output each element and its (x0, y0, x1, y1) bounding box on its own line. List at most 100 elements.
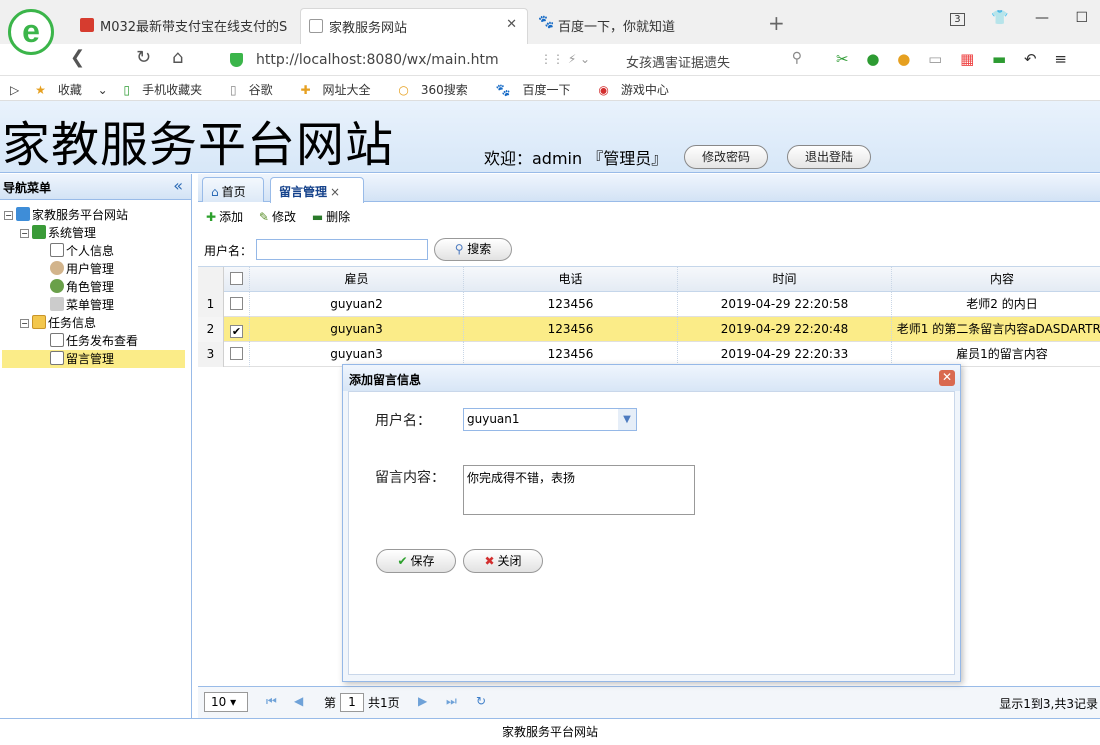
menu-icon[interactable]: ≡ (1054, 50, 1067, 68)
bookmark-mobile[interactable]: ▯ 手机收藏夹 (124, 81, 215, 98)
back-arrow-icon[interactable]: ❮ (70, 47, 85, 68)
username-search-input[interactable] (256, 239, 428, 260)
sidebar-item-roles[interactable]: 角色管理 (50, 278, 114, 296)
bookmark-games[interactable]: ◉ 游戏中心 (598, 81, 681, 98)
bookmark-directory[interactable]: ✚ 网址大全 (300, 81, 382, 98)
url-tools-icon[interactable]: ⋮⋮ ⚡ ⌄ (540, 52, 590, 66)
bookmark-google[interactable]: ▯ 谷歌 (230, 81, 285, 98)
home-icon[interactable]: ⌂ (172, 47, 183, 68)
search-text: 女孩遇害证据遗失 (626, 56, 731, 71)
collapse-icon[interactable]: « (173, 176, 183, 195)
apps-grid-icon[interactable]: ▦ (960, 50, 974, 68)
cell-phone: 123456 (464, 317, 678, 342)
tab-message-management[interactable]: 留言管理 × (270, 177, 364, 203)
sidebar-item-task-view[interactable]: 任务发布查看 (50, 332, 138, 350)
table-header: 雇员 电话 时间 内容 (198, 267, 1100, 292)
close-tab-icon[interactable]: ✕ (506, 17, 517, 32)
close-button[interactable]: ✖ 关闭 (463, 549, 543, 573)
tree-group-tasks[interactable]: − 任务信息 (20, 314, 96, 332)
column-header-phone[interactable]: 电话 (464, 267, 678, 292)
browser-tab-1[interactable]: M032最新带支付宝在线支付的S (72, 8, 300, 44)
table-row[interactable]: 1 guyuan2 123456 2019-04-29 22:20:58 老师2… (198, 292, 1100, 317)
search-label: 用户名： (204, 244, 253, 258)
bookmark-favorites[interactable]: ★ 收藏 ⌄ (35, 81, 108, 98)
scissors-icon[interactable]: ✂ (836, 50, 849, 68)
welcome-text: 欢迎：admin 『管理员』 (484, 149, 668, 168)
logout-button[interactable]: 退出登陆 (787, 145, 871, 169)
refresh-icon[interactable]: ↻ (476, 694, 486, 708)
tree-collapse-icon[interactable]: − (4, 211, 13, 220)
refresh-icon[interactable]: ↻ (136, 47, 151, 68)
tree-group-system[interactable]: − 系统管理 (20, 224, 96, 242)
row-checkbox[interactable] (224, 292, 250, 317)
row-checkbox[interactable] (224, 342, 250, 367)
tree-collapse-icon[interactable]: − (20, 229, 29, 238)
tab-home[interactable]: ⌂ 首页 (202, 177, 264, 202)
nav-panel: 导航菜单 « − 家教服务平台网站 − 系统管理 个人信息 用户管理 角色管理 菜单… (0, 174, 192, 718)
row-checkbox[interactable]: ✔ (224, 317, 250, 342)
document-icon (50, 333, 64, 347)
extension-icons: ✂ ● ● ▭ ▦ ▬ ↶ ≡ (836, 50, 1080, 68)
column-header-time[interactable]: 时间 (678, 267, 892, 292)
browser-search-input[interactable]: 女孩遇害证据遗失 ⚲ (618, 47, 808, 73)
total-pages: 共1页 (368, 696, 400, 710)
home-icon: ⌂ (211, 185, 219, 199)
sidebar-item-menus[interactable]: 菜单管理 (50, 296, 114, 314)
coin-icon[interactable]: ● (897, 50, 910, 68)
message-content-textarea[interactable]: 你完成得不错，表扬 (463, 465, 695, 515)
undo-icon[interactable]: ↶ (1024, 50, 1037, 68)
page-number-input[interactable]: 1 (340, 693, 364, 712)
tree-group-label: 任务信息 (48, 316, 97, 330)
select-all-checkbox[interactable] (224, 267, 250, 292)
column-header-employee[interactable]: 雇员 (250, 267, 464, 292)
table-row[interactable]: 2 ✔ guyuan3 123456 2019-04-29 22:20:48 老… (198, 317, 1100, 342)
minimize-icon[interactable]: — (1035, 10, 1049, 26)
save-button[interactable]: ✔ 保存 (376, 549, 456, 573)
battery-icon[interactable]: ▬ (992, 50, 1006, 68)
last-page-icon[interactable]: ⏭ (446, 694, 457, 709)
maximize-icon[interactable]: ☐ (1075, 10, 1088, 26)
address-bar-row: ❮ ↻ ⌂ http://localhost:8080/wx/main.htm … (0, 44, 1100, 76)
sidebar-item-messages[interactable]: 留言管理 (2, 350, 185, 368)
sidebar-toggle-icon[interactable]: ▷ (10, 83, 19, 97)
tab-label: 留言管理 (279, 185, 328, 199)
tree-collapse-icon[interactable]: − (20, 319, 29, 328)
dialog-close-icon[interactable]: ✕ (939, 370, 955, 386)
tree-root[interactable]: − 家教服务平台网站 (4, 206, 128, 224)
sidebar-item-profile[interactable]: 个人信息 (50, 242, 114, 260)
user-icon (50, 261, 64, 275)
browser-tab-3[interactable]: 🐾 百度一下，你就知道 (530, 8, 758, 44)
game-icon[interactable]: ▭ (928, 50, 942, 68)
user-select[interactable]: guyuan1 ▼ (463, 408, 637, 431)
edit-button[interactable]: ✎ 修改 (259, 208, 296, 225)
search-icon: ⚲ (454, 242, 468, 256)
tab-label: 首页 (221, 185, 246, 199)
role-icon (50, 279, 64, 293)
search-button[interactable]: ⚲ 搜索 (434, 238, 512, 261)
search-icon[interactable]: ⚲ (792, 50, 802, 66)
add-button[interactable]: ✚ 添加 (206, 208, 243, 225)
browser-tab-title: 家教服务网站 (329, 21, 408, 36)
sidebar-item-users[interactable]: 用户管理 (50, 260, 114, 278)
prev-page-icon[interactable]: ◀ (294, 694, 303, 708)
bookmark-360[interactable]: ○ 360搜索 (398, 81, 479, 98)
first-page-icon[interactable]: ⏮ (266, 694, 277, 709)
home-icon (16, 207, 30, 221)
new-tab-button[interactable]: + (768, 11, 785, 35)
column-header-content[interactable]: 内容 (892, 267, 1100, 292)
skin-shirt-icon[interactable]: 👕 (991, 10, 1008, 26)
next-page-icon[interactable]: ▶ (418, 694, 427, 708)
change-password-button[interactable]: 修改密码 (684, 145, 768, 169)
delete-button[interactable]: ▬ 删除 (312, 208, 350, 225)
bookmark-baidu[interactable]: 🐾 百度一下 (496, 81, 583, 98)
cell-employee: guyuan2 (250, 292, 464, 317)
tab-count-badge[interactable]: 3 (950, 13, 965, 26)
chevron-down-icon[interactable]: ▼ (618, 409, 636, 430)
browser-tab-2-active[interactable]: 家教服务网站 ✕ (300, 8, 528, 44)
page-size-select[interactable]: 10 ▾ (204, 692, 248, 712)
search-button-label: 搜索 (467, 242, 492, 256)
browser-tab-title: 百度一下，你就知道 (558, 20, 676, 35)
page-header: 家教服务平台网站 欢迎：admin 『管理员』 修改密码 退出登陆 (0, 101, 1100, 173)
close-tab-icon[interactable]: × (330, 185, 340, 199)
translate-icon[interactable]: ● (866, 50, 879, 68)
